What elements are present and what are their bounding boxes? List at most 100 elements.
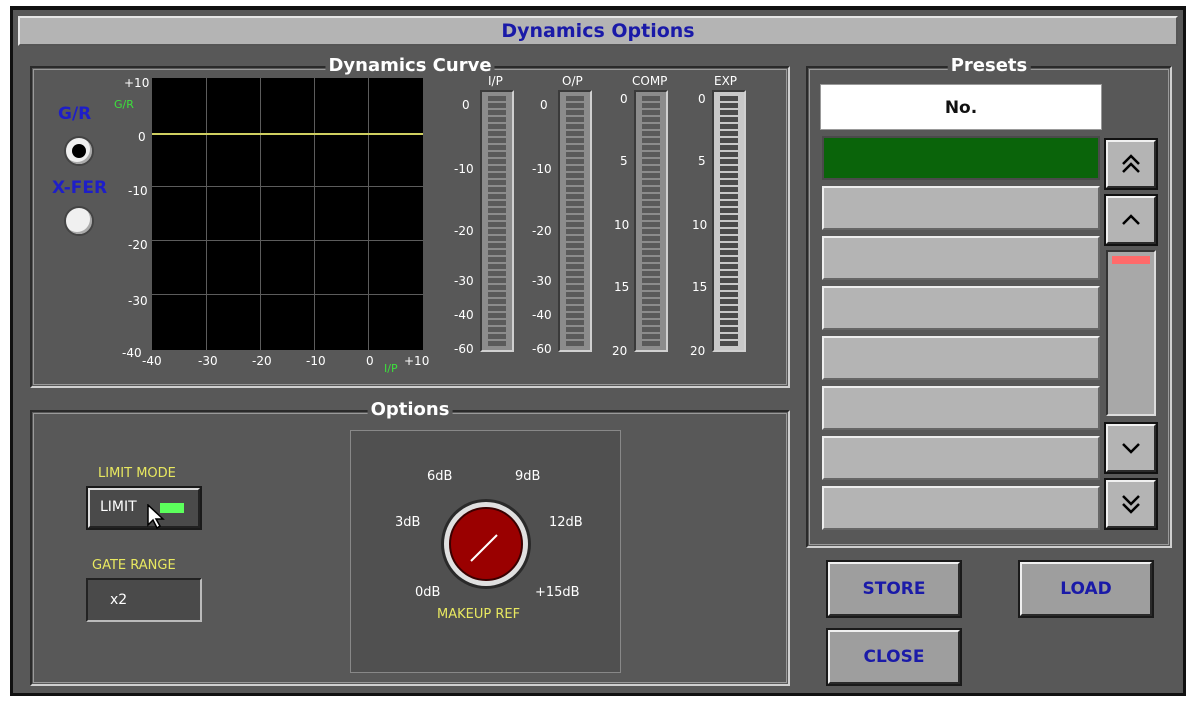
meter-segment — [642, 152, 660, 157]
meter-segment — [566, 327, 584, 332]
meter-segment — [720, 320, 738, 325]
meter-segment — [642, 341, 660, 346]
meter-segment — [720, 243, 738, 248]
meter-segment — [566, 110, 584, 115]
gr-radio-label: G/R — [58, 104, 92, 124]
meter-segment — [566, 194, 584, 199]
transfer-curve-line — [152, 133, 423, 135]
meter-segment — [488, 208, 506, 213]
meter-segment — [720, 96, 738, 101]
scroll-bottom-button[interactable] — [1106, 480, 1156, 528]
meter-segment — [720, 229, 738, 234]
meter-segment — [720, 341, 738, 346]
x-tick: -10 — [306, 354, 326, 368]
meter-tick: -40 — [454, 308, 474, 322]
meter-segment — [566, 306, 584, 311]
gr-axis-label: G/R — [114, 98, 134, 111]
y-tick: 0 — [138, 130, 146, 144]
xfer-radio[interactable] — [64, 206, 94, 236]
meter-segment — [566, 229, 584, 234]
x-tick: -40 — [142, 354, 162, 368]
meter-tick: -10 — [454, 162, 474, 176]
meter-segment — [642, 313, 660, 318]
knob-scale-label: 9dB — [515, 469, 541, 484]
meter-segment — [642, 173, 660, 178]
meter-segment — [566, 278, 584, 283]
meter-segment — [566, 138, 584, 143]
presets-scrollbar-thumb[interactable] — [1112, 256, 1150, 264]
meter-tick: 0 — [540, 98, 548, 112]
meter-segment — [488, 299, 506, 304]
makeup-ref-knob[interactable] — [439, 497, 533, 591]
load-button-label: LOAD — [1060, 579, 1112, 599]
load-button[interactable]: LOAD — [1020, 562, 1152, 616]
meter-segment — [566, 173, 584, 178]
meter-segment — [488, 201, 506, 206]
scroll-up-button[interactable] — [1106, 196, 1156, 244]
preset-row[interactable] — [822, 186, 1100, 230]
meter-label-comp: COMP — [632, 74, 668, 88]
meter-segment — [566, 166, 584, 171]
meter-tick: -20 — [532, 224, 552, 238]
meter-segment — [642, 103, 660, 108]
meter-segment — [720, 208, 738, 213]
meter-segment — [488, 187, 506, 192]
presets-scrollbar-track[interactable] — [1106, 250, 1156, 416]
meter-segment — [720, 327, 738, 332]
meter-segment — [720, 222, 738, 227]
meter-segment — [720, 131, 738, 136]
meter-segment — [720, 138, 738, 143]
meter-segment — [642, 236, 660, 241]
preset-row[interactable] — [822, 486, 1100, 530]
gate-range-field[interactable]: x2 — [86, 578, 202, 622]
meter-segment — [642, 201, 660, 206]
meter-segment — [566, 159, 584, 164]
meter-segment — [566, 222, 584, 227]
meter-segment — [642, 334, 660, 339]
meter-tick: 20 — [612, 344, 628, 358]
limit-mode-button[interactable]: LIMIT — [88, 488, 200, 530]
meter-segment — [642, 292, 660, 297]
meter-segment — [566, 271, 584, 276]
meter-segment — [642, 131, 660, 136]
gr-radio[interactable] — [64, 136, 94, 166]
meter-segment — [488, 243, 506, 248]
meter-segment — [488, 278, 506, 283]
meter-segment — [720, 173, 738, 178]
meter-segment — [566, 243, 584, 248]
meter-segment — [566, 320, 584, 325]
meter-segment — [720, 166, 738, 171]
meter-segment — [488, 257, 506, 262]
preset-row[interactable] — [822, 236, 1100, 280]
meter-segment — [566, 117, 584, 122]
meter-segment — [720, 278, 738, 283]
preset-row[interactable] — [822, 286, 1100, 330]
preset-row[interactable] — [822, 386, 1100, 430]
presets-list: No. — [820, 84, 1102, 536]
meter-segment — [488, 152, 506, 157]
x-tick: -20 — [252, 354, 272, 368]
preset-row[interactable] — [822, 436, 1100, 480]
meter-segment — [642, 327, 660, 332]
store-button[interactable]: STORE — [828, 562, 960, 616]
meter-segment — [488, 264, 506, 269]
meter-segment — [642, 124, 660, 129]
meter-segment — [488, 138, 506, 143]
meter-label-op: O/P — [562, 74, 583, 88]
meter-segment — [488, 236, 506, 241]
meter-segment — [642, 96, 660, 101]
meter-tick: 10 — [692, 218, 708, 232]
scroll-top-button[interactable] — [1106, 140, 1156, 188]
close-button-label: CLOSE — [863, 647, 925, 667]
meter-segment — [642, 264, 660, 269]
preset-row[interactable] — [822, 136, 1100, 180]
meter-segment — [642, 271, 660, 276]
x-tick: +10 — [404, 354, 430, 368]
scroll-down-button[interactable] — [1106, 424, 1156, 472]
meter-segment — [566, 96, 584, 101]
meter-segment — [642, 110, 660, 115]
meter-segment — [566, 236, 584, 241]
close-button[interactable]: CLOSE — [828, 630, 960, 684]
preset-row[interactable] — [822, 336, 1100, 380]
meter-segment — [720, 250, 738, 255]
